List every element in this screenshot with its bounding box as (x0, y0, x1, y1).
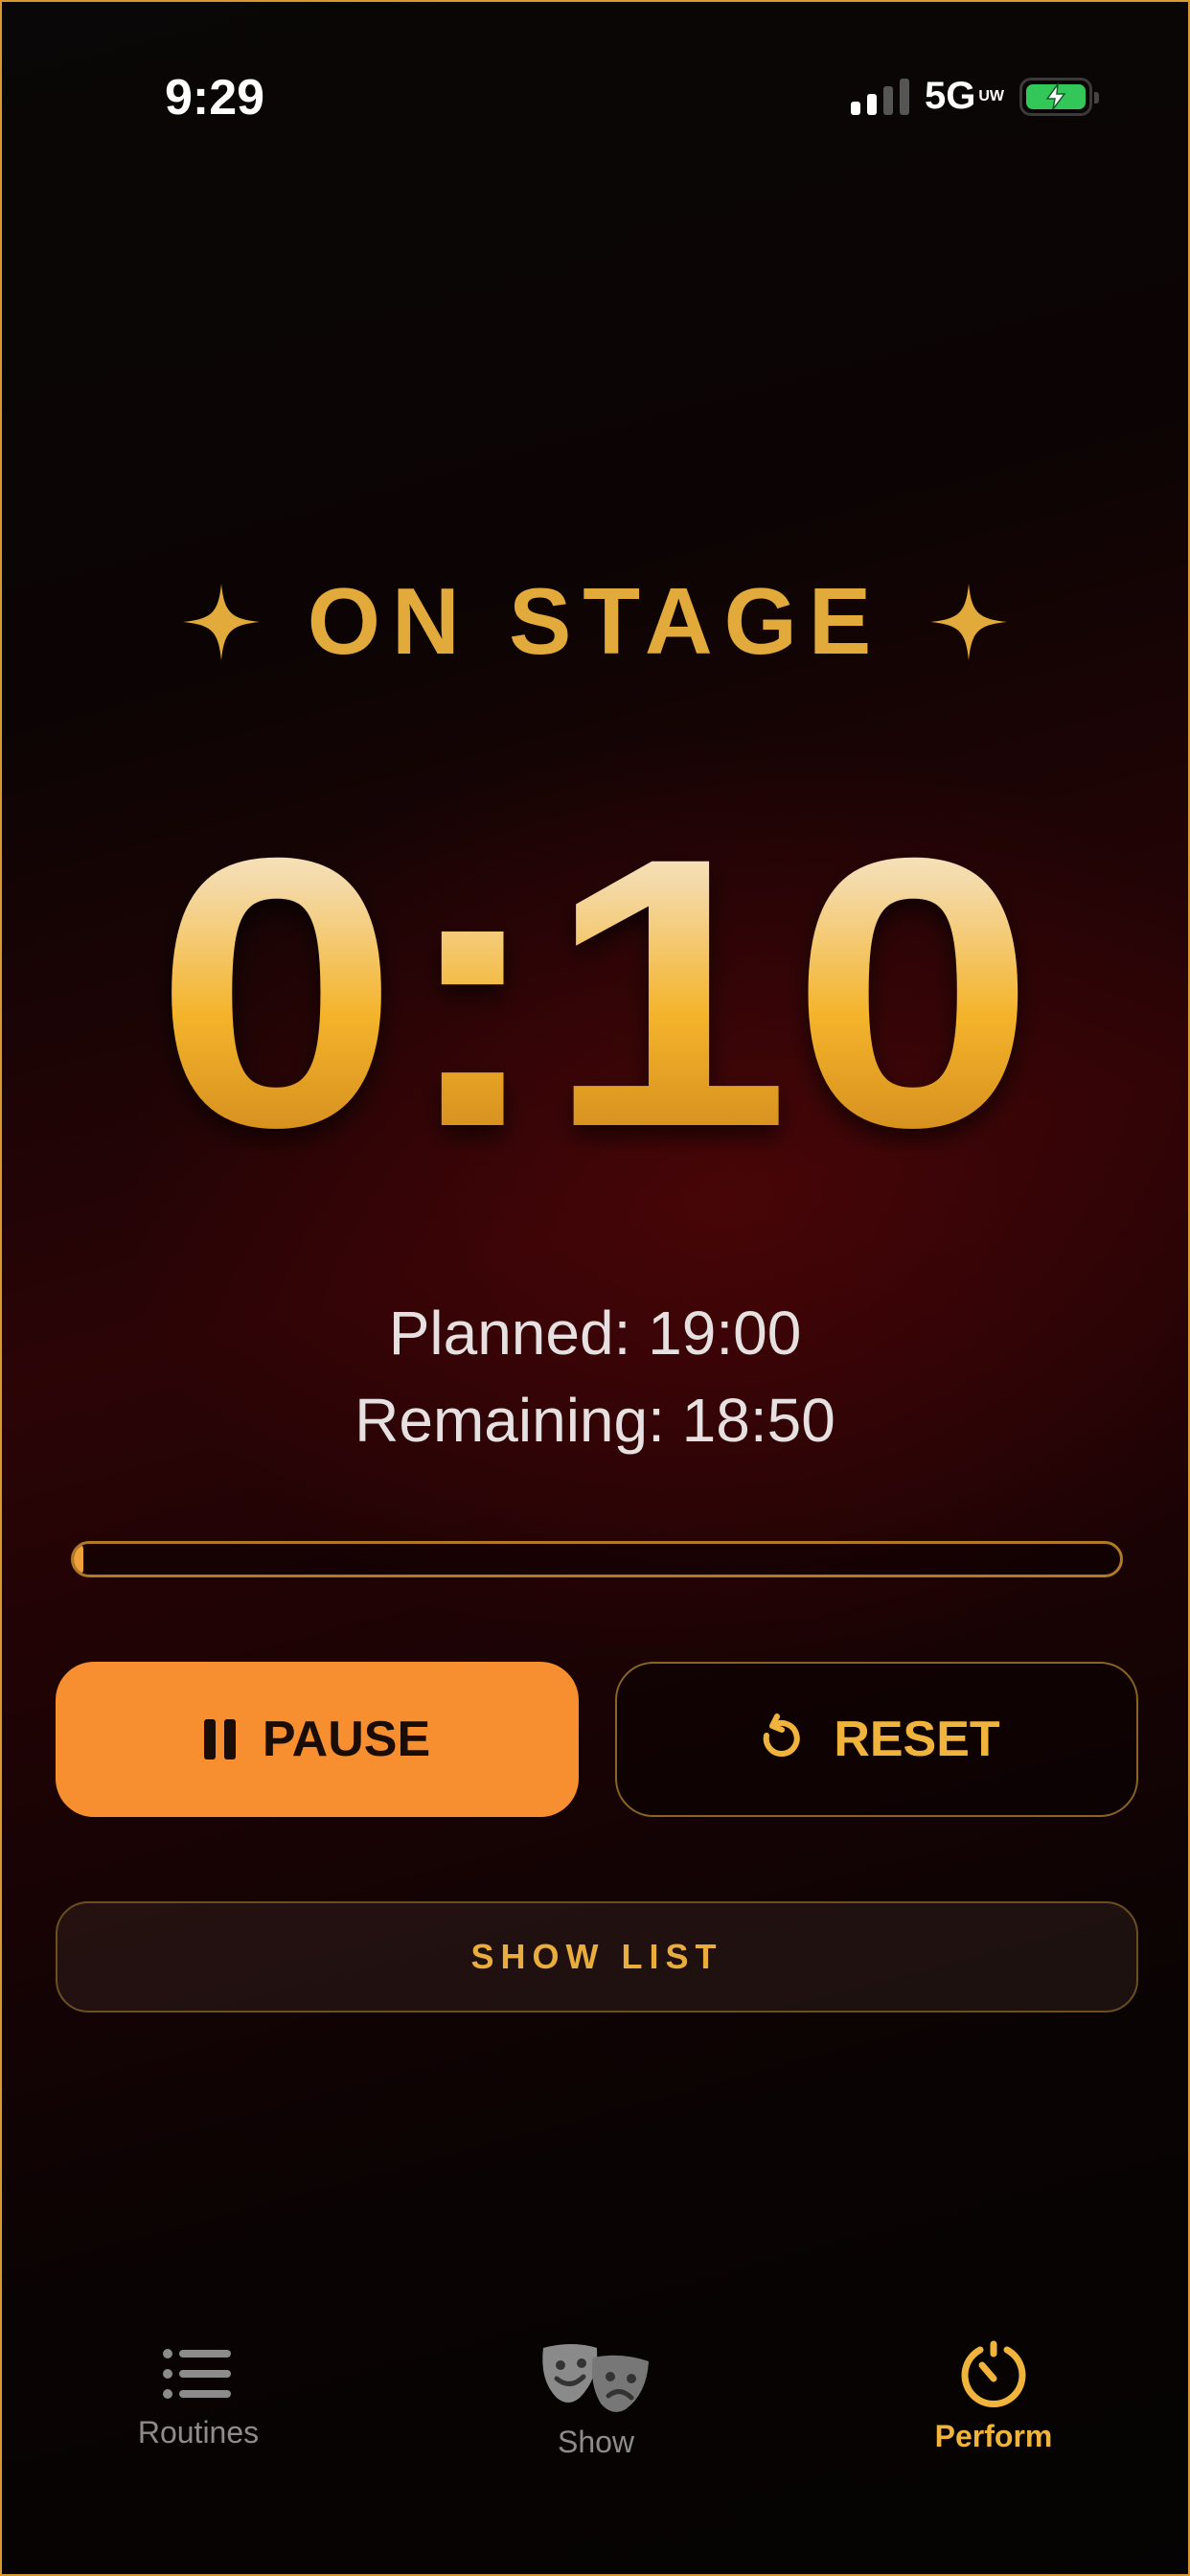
cellular-signal-icon (850, 78, 909, 115)
elapsed-time-text: 0:10 (154, 826, 1036, 1152)
pause-button[interactable]: PAUSE (56, 1662, 579, 1817)
elapsed-timer: 0:10 (2, 826, 1188, 1152)
charging-bolt-icon (1045, 82, 1066, 109)
tab-label: Routines (137, 2415, 260, 2450)
planned-time: Planned: 19:00 (388, 1299, 802, 1368)
battery-icon (1019, 77, 1099, 116)
network-badge: UW (978, 87, 1004, 104)
progress-bar (71, 1541, 1123, 1577)
remaining-time: Remaining: 18:50 (355, 1386, 835, 1455)
tab-bar: Routines Show Perform (2, 2340, 1188, 2484)
reset-icon (764, 1714, 801, 1757)
pause-icon (203, 1719, 236, 1760)
network-label: 5G (924, 75, 976, 117)
show-list-label: SHOW LIST (470, 1937, 723, 1976)
pause-label: PAUSE (262, 1712, 431, 1767)
reset-button[interactable]: RESET (615, 1662, 1138, 1817)
theater-masks-icon (542, 2344, 649, 2412)
page-title: ON STAGE (307, 568, 883, 674)
progress-fill (74, 1544, 83, 1575)
list-icon (163, 2349, 231, 2399)
perform-screen: 9:29 5G UW ON STAGE 0:10 Planned: 19:00 … (0, 0, 1190, 2576)
sparkle-icon (930, 583, 1008, 660)
status-time: 9:29 (165, 70, 265, 126)
tab-label: Perform (934, 2419, 1053, 2453)
reset-label: RESET (834, 1712, 1000, 1767)
sparkle-icon (182, 583, 260, 660)
tab-routines[interactable]: Routines (55, 2340, 342, 2450)
network-type: 5G UW (925, 75, 1004, 118)
status-indicators: 5G UW (850, 75, 1099, 118)
timer-icon (961, 2340, 1026, 2407)
show-list-button[interactable]: SHOW LIST (56, 1901, 1138, 2012)
on-stage-header: ON STAGE (2, 567, 1188, 676)
tab-perform[interactable]: Perform (850, 2340, 1137, 2454)
tab-label: Show (557, 2425, 635, 2459)
tab-show[interactable]: Show (452, 2340, 740, 2460)
